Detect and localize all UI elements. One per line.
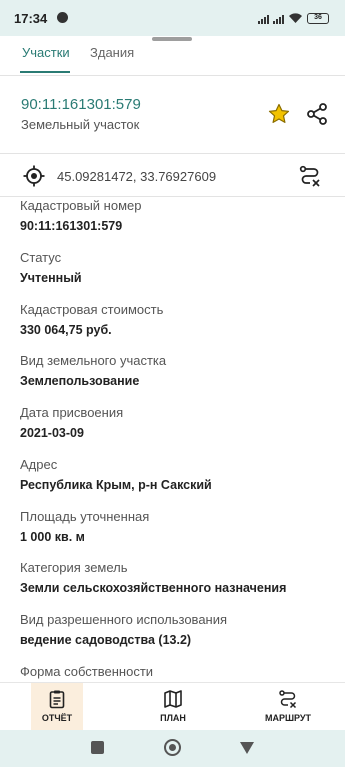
field-label-land-category: Категория земель [20,560,128,575]
signal-icon [258,13,269,24]
back-button[interactable] [240,742,254,754]
parcel-details: Кадастровый номер 90:11:161301:579 Стату… [20,197,330,683]
system-navigation-bar [0,730,345,767]
route-icon [279,690,297,709]
signal-2-icon [273,13,284,24]
report-button-label: ОТЧЁТ [41,713,73,723]
route-button[interactable]: МАРШРУТ [258,683,318,731]
battery-icon: 36 [307,12,329,24]
field-value-address[interactable]: Республика Крым, р-н Сакский [20,478,212,492]
field-value-area: 1 000 кв. м [20,530,85,544]
field-label-assignment-date: Дата присвоения [20,405,124,420]
route-icon [299,165,320,187]
bottom-action-bar: ОТЧЁТ ПЛАН МАРШРУТ [0,682,345,731]
clipboard-icon [49,690,65,709]
status-bar: 17:34 36 [0,0,345,36]
status-indicators: 36 [258,11,329,25]
report-button[interactable]: ОТЧЁТ [31,683,83,731]
coordinates-row: 45.09281472, 33.76927609 [0,154,345,198]
field-label-address: Адрес [20,457,58,472]
field-label-cadastral-value: Кадастровая стоимость [20,302,164,317]
plan-button-label: ПЛАН [160,713,186,723]
route-button-label: МАРШРУТ [264,713,312,723]
field-value-cadastral-value: 330 064,75 руб. [20,323,112,337]
parcel-type: Земельный участок [21,117,140,132]
field-label-parcel-kind: Вид земельного участка [20,353,167,368]
wifi-icon [289,13,302,23]
plan-button[interactable]: ПЛАН [145,683,201,731]
field-label-cadastral-number: Кадастровый номер [20,198,142,213]
share-button[interactable] [305,102,329,126]
active-tab-indicator [20,71,70,73]
field-value-parcel-kind: Землепользование [20,374,140,388]
field-value-permitted-use: ведение садоводства (13.2) [20,633,192,647]
field-value-land-category: Земли сельскохозяйственного назначения [20,581,287,595]
favorite-button[interactable] [267,102,291,126]
field-label-status: Статус [20,250,62,265]
star-icon [268,103,290,123]
tab-bar: Участки Здания [0,38,345,76]
field-label-permitted-use: Вид разрешенного использования [20,612,228,627]
field-value-assignment-date: 2021-03-09 [20,426,84,440]
field-label-ownership-form: Форма собственности [20,664,154,679]
tab-buildings[interactable]: Здания [90,45,134,60]
field-label-area: Площадь уточненная [20,509,150,524]
field-value-status: Учтенный [20,271,82,285]
target-icon [23,165,45,187]
map-icon [164,690,182,708]
coordinates-text[interactable]: 45.09281472, 33.76927609 [57,169,216,184]
divider [0,75,345,76]
home-button[interactable] [164,739,181,756]
share-icon [307,103,327,125]
status-time: 17:34 [14,11,48,26]
parcel-number[interactable]: 90:11:161301:579 [21,96,141,113]
app-notification-icon [57,12,68,23]
build-route-button[interactable] [298,164,322,188]
locate-button[interactable] [22,164,46,188]
field-value-cadastral-number[interactable]: 90:11:161301:579 [20,219,122,233]
recents-button[interactable] [91,741,104,754]
tab-parcels[interactable]: Участки [22,45,70,60]
